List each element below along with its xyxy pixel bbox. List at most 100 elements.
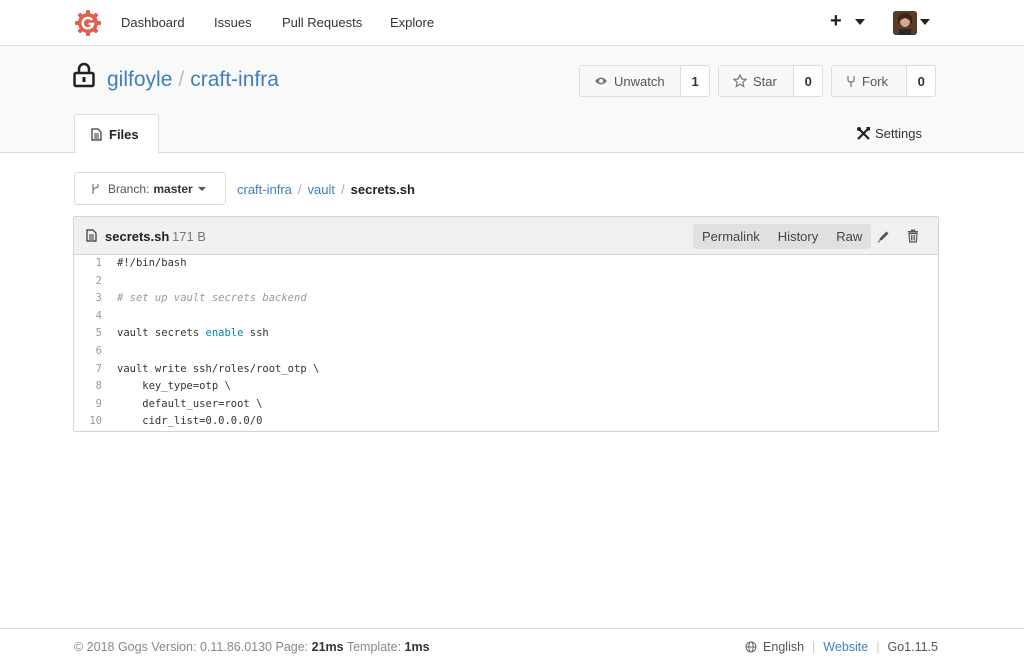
line-number[interactable]: 9 bbox=[74, 396, 106, 414]
footer-copyright: © 2018 Gogs Version: 0.11.86.0130 Page: bbox=[74, 640, 312, 654]
raw-button[interactable]: Raw bbox=[827, 224, 871, 249]
line-content: default_user=root \ bbox=[117, 397, 263, 410]
line-number[interactable]: 7 bbox=[74, 361, 106, 379]
file-text-icon bbox=[86, 229, 97, 242]
footer: © 2018 Gogs Version: 0.11.86.0130 Page: … bbox=[0, 628, 1024, 662]
breadcrumb-repo-link[interactable]: craft-infra bbox=[237, 182, 292, 197]
fork-button[interactable]: Fork bbox=[832, 66, 908, 96]
line-content-comment: # set up vault secrets backend bbox=[117, 292, 307, 305]
repo-title: gilfoyle / craft-infra bbox=[107, 68, 279, 92]
code-line: 4 bbox=[74, 308, 938, 326]
fork-icon bbox=[847, 75, 855, 87]
line-number[interactable]: 10 bbox=[74, 413, 106, 431]
line-number[interactable]: 1 bbox=[74, 255, 106, 273]
code-line: 7 vault write ssh/roles/root_otp \ bbox=[74, 361, 938, 379]
star-button[interactable]: Star bbox=[719, 66, 795, 96]
file-viewer: secrets.sh 171 B Permalink History Raw 1… bbox=[73, 216, 939, 432]
branch-selector[interactable]: Branch: master bbox=[74, 172, 226, 205]
tools-icon bbox=[857, 127, 870, 140]
star-icon bbox=[733, 74, 747, 88]
file-text-icon bbox=[91, 127, 102, 141]
file-size: 171 B bbox=[172, 229, 206, 244]
top-navbar: Dashboard Issues Pull Requests Explore + bbox=[0, 0, 1024, 46]
file-actions: Permalink History Raw bbox=[693, 224, 872, 249]
breadcrumb-current: secrets.sh bbox=[350, 182, 415, 197]
breadcrumb: craft-infra / vault / secrets.sh bbox=[237, 182, 415, 197]
language-selector[interactable]: English bbox=[763, 640, 804, 654]
fork-count[interactable]: 0 bbox=[907, 66, 935, 96]
footer-links: English | Website | Go1.11.5 bbox=[745, 640, 938, 654]
lock-icon bbox=[73, 62, 95, 88]
watch-button-group: Unwatch 1 bbox=[579, 65, 710, 97]
line-content: #!/bin/bash bbox=[117, 257, 187, 269]
avatar-image-icon bbox=[893, 11, 917, 35]
permalink-button[interactable]: Permalink bbox=[693, 224, 769, 249]
nav-pull-requests[interactable]: Pull Requests bbox=[282, 15, 362, 30]
file-header: secrets.sh 171 B Permalink History Raw bbox=[74, 217, 938, 255]
create-dropdown-chevron-icon[interactable] bbox=[855, 19, 865, 25]
branch-icon bbox=[92, 183, 99, 194]
repo-owner-link[interactable]: gilfoyle bbox=[107, 68, 172, 91]
tab-files-label: Files bbox=[109, 126, 139, 142]
line-content bbox=[106, 343, 117, 361]
unwatch-button[interactable]: Unwatch bbox=[580, 66, 682, 96]
code-view: 1 #!/bin/bash 2 3 # set up vault secrets… bbox=[74, 255, 938, 431]
line-number[interactable]: 8 bbox=[74, 378, 106, 396]
footer-divider: | bbox=[812, 640, 816, 654]
breadcrumb-divider: / bbox=[341, 182, 345, 197]
line-number[interactable]: 4 bbox=[74, 308, 106, 326]
trash-icon[interactable] bbox=[907, 229, 919, 243]
go-version: Go1.11.5 bbox=[887, 640, 938, 654]
nav-dashboard[interactable]: Dashboard bbox=[121, 15, 185, 30]
footer-divider: | bbox=[876, 640, 880, 654]
repo-header: gilfoyle / craft-infra Unwatch 1 Star 0 Fo… bbox=[0, 46, 1024, 154]
branch-value: master bbox=[153, 181, 193, 196]
repo-name-link[interactable]: craft-infra bbox=[190, 68, 279, 91]
globe-icon bbox=[745, 641, 757, 653]
code-line: 6 bbox=[74, 343, 938, 361]
branch-dropdown-chevron-icon bbox=[197, 186, 206, 191]
user-avatar[interactable] bbox=[893, 11, 917, 35]
code-line: 2 bbox=[74, 273, 938, 291]
line-content bbox=[106, 273, 117, 291]
tab-files[interactable]: Files bbox=[74, 114, 159, 154]
nav-explore[interactable]: Explore bbox=[390, 15, 434, 30]
repo-title-separator: / bbox=[178, 68, 185, 91]
breadcrumb-divider: / bbox=[297, 182, 302, 197]
user-dropdown-chevron-icon[interactable] bbox=[920, 19, 930, 25]
fork-label: Fork bbox=[862, 73, 888, 89]
gogs-logo-icon[interactable] bbox=[74, 9, 102, 37]
line-content: cidr_list=0.0.0.0/0 bbox=[117, 415, 263, 428]
star-count[interactable]: 0 bbox=[794, 66, 822, 96]
star-button-group: Star 0 bbox=[718, 65, 823, 97]
eye-icon bbox=[595, 77, 607, 85]
footer-template-label: Template: bbox=[343, 640, 405, 654]
code-line: 5 vault secrets enable ssh bbox=[74, 325, 938, 343]
nav-issues[interactable]: Issues bbox=[214, 15, 252, 30]
code-line: 1 #!/bin/bash bbox=[74, 255, 938, 273]
pencil-icon[interactable] bbox=[877, 230, 890, 243]
history-button[interactable]: History bbox=[769, 224, 827, 249]
tab-settings[interactable]: Settings bbox=[856, 126, 922, 141]
footer-template-time: 1ms bbox=[404, 640, 430, 654]
line-content: vault write ssh/roles/root_otp \ bbox=[117, 362, 320, 375]
keyword-token: enable bbox=[205, 327, 244, 340]
line-number[interactable]: 2 bbox=[74, 273, 106, 291]
fork-button-group: Fork 0 bbox=[831, 65, 936, 97]
line-number[interactable]: 6 bbox=[74, 343, 106, 361]
create-new-button[interactable]: + bbox=[830, 10, 842, 33]
watch-count[interactable]: 1 bbox=[681, 66, 709, 96]
footer-page-time: 21ms bbox=[311, 640, 344, 654]
code-line: 9 default_user=root \ bbox=[74, 396, 938, 414]
file-name: secrets.sh bbox=[105, 229, 170, 244]
line-content bbox=[106, 308, 117, 326]
line-content: key_type=otp \ bbox=[117, 380, 231, 393]
code-line: 8 key_type=otp \ bbox=[74, 378, 938, 396]
website-link[interactable]: Website bbox=[823, 640, 868, 654]
branch-label: Branch: bbox=[108, 181, 150, 196]
unwatch-label: Unwatch bbox=[614, 73, 665, 89]
breadcrumb-vault-link[interactable]: vault bbox=[308, 182, 335, 197]
line-number[interactable]: 3 bbox=[74, 290, 106, 308]
tab-settings-label: Settings bbox=[875, 126, 922, 141]
line-number[interactable]: 5 bbox=[74, 325, 106, 343]
